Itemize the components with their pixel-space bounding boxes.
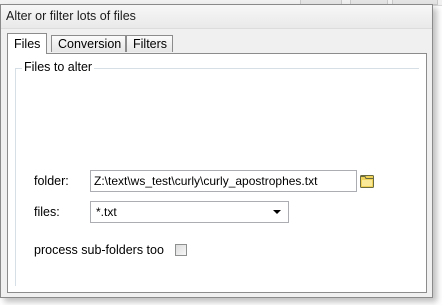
title-bar[interactable]: Alter or filter lots of files bbox=[1, 5, 432, 29]
tab-conversion[interactable]: Conversion bbox=[51, 35, 126, 52]
subfolders-label: process sub-folders too bbox=[34, 243, 164, 257]
files-pattern-value: *.txt bbox=[96, 205, 117, 219]
tab-filters[interactable]: Filters bbox=[126, 35, 173, 52]
chevron-down-icon[interactable] bbox=[273, 210, 281, 214]
group-border-left bbox=[15, 68, 16, 286]
window-title: Alter or filter lots of files bbox=[6, 9, 136, 23]
folder-icon bbox=[360, 175, 374, 188]
browse-folder-button[interactable] bbox=[359, 172, 375, 189]
files-tab-panel: Files to alter folder: Z:\text\ws_test\c… bbox=[7, 53, 427, 293]
subfolders-checkbox[interactable] bbox=[175, 244, 187, 256]
files-pattern-combo[interactable]: *.txt bbox=[90, 201, 289, 223]
tab-filters-label: Filters bbox=[133, 37, 168, 51]
dialog-window: Alter or filter lots of files Files Conv… bbox=[0, 4, 433, 298]
folder-path-field[interactable]: Z:\text\ws_test\curly\curly_apostrophes.… bbox=[90, 170, 357, 192]
folder-label: folder: bbox=[34, 174, 69, 188]
tab-files[interactable]: Files bbox=[7, 33, 47, 54]
tab-conversion-label: Conversion bbox=[58, 37, 122, 51]
group-legend: Files to alter bbox=[22, 60, 95, 74]
tab-files-label: Files bbox=[14, 37, 41, 51]
files-label: files: bbox=[34, 205, 60, 219]
tab-strip: Files Conversion Filters bbox=[7, 33, 427, 54]
